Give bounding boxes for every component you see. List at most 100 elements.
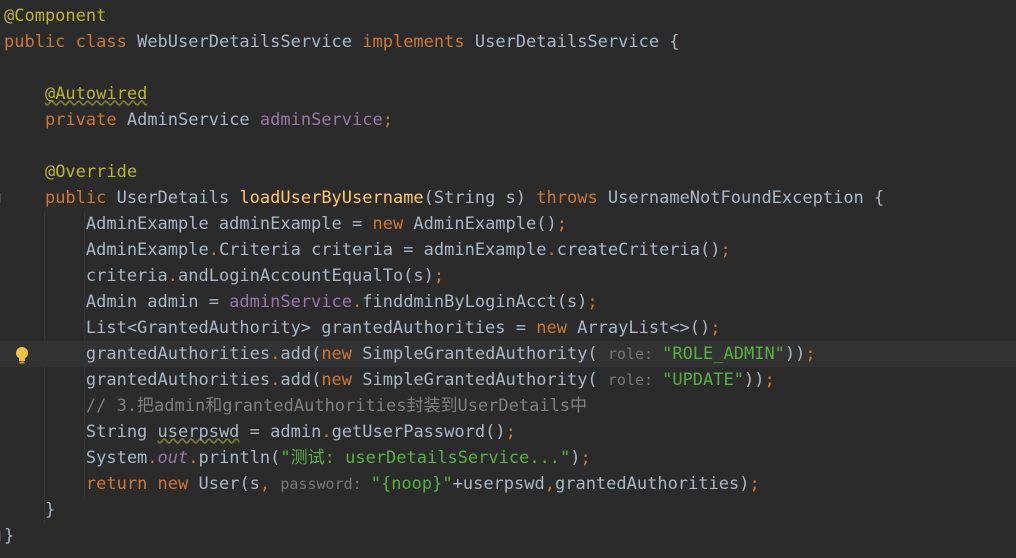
- code-token: @Autowired: [44, 84, 148, 104]
- code-line[interactable]: AdminExample adminExample = new AdminExa…: [0, 211, 1016, 237]
- code-token: ;: [505, 422, 516, 442]
- code-token: getUserPassword(): [331, 422, 506, 442]
- code-token: UserDetails: [116, 188, 240, 208]
- fold-marker[interactable]: [0, 193, 5, 203]
- code-token: new: [321, 344, 363, 364]
- code-token: ,: [544, 474, 555, 494]
- code-line[interactable]: }: [0, 497, 1016, 523]
- code-token: }: [4, 526, 15, 546]
- code-token: .: [270, 344, 281, 364]
- code-token: new: [372, 214, 414, 234]
- code-line[interactable]: Admin admin = adminService.finddminByLog…: [0, 289, 1016, 315]
- code-token: .: [208, 240, 219, 260]
- code-token: implements: [362, 32, 475, 52]
- lightbulb-icon[interactable]: [14, 346, 30, 366]
- code-text: Admin admin = adminService.finddminByLog…: [4, 289, 598, 315]
- code-token: grantedAuthorities): [554, 474, 750, 494]
- code-token: "{noop}": [370, 474, 453, 494]
- code-token: SimpleGrantedAuthority(: [362, 370, 608, 390]
- code-line[interactable]: grantedAuthorities.add(new SimpleGranted…: [0, 367, 1016, 393]
- code-token: ;: [433, 266, 445, 286]
- code-token: new: [321, 370, 363, 390]
- code-token: ;: [382, 110, 393, 130]
- code-token: +userpswd: [452, 474, 545, 494]
- code-token: String: [4, 422, 158, 442]
- code-line[interactable]: String userpswd = admin.getUserPassword(…: [0, 419, 1016, 445]
- code-token: ;: [556, 214, 567, 234]
- code-line[interactable]: private AdminService adminService;: [0, 107, 1016, 133]
- code-token: @Override: [44, 162, 138, 182]
- code-token: .: [188, 448, 199, 468]
- code-token: ;: [587, 292, 598, 312]
- code-token: )): [784, 344, 806, 364]
- code-token: finddminByLoginAcct(s): [362, 292, 588, 312]
- code-token: (String s): [423, 188, 537, 208]
- code-text: @Autowired: [4, 81, 147, 107]
- code-token: .: [147, 448, 158, 468]
- code-token: public: [4, 32, 76, 52]
- code-token: throws: [536, 188, 608, 208]
- code-line[interactable]: @Override: [0, 159, 1016, 185]
- code-token: AdminExample adminExample =: [4, 214, 373, 234]
- code-token: AdminExample(): [413, 214, 557, 234]
- code-token: add(: [280, 344, 322, 364]
- code-line[interactable]: // 3.把admin和grantedAuthorities封装到UserDet…: [0, 393, 1016, 419]
- code-token: .: [352, 292, 363, 312]
- fold-marker[interactable]: [0, 531, 5, 541]
- code-line[interactable]: System.out.println("测试: userDetailsServi…: [0, 445, 1016, 471]
- code-line[interactable]: [0, 133, 1016, 159]
- code-token: println(: [198, 448, 281, 468]
- code-token: userpswd: [157, 422, 240, 442]
- code-token: private: [44, 110, 127, 130]
- code-line[interactable]: grantedAuthorities.add(new SimpleGranted…: [0, 341, 1016, 367]
- code-text: private AdminService adminService;: [4, 107, 393, 133]
- code-line[interactable]: }: [0, 523, 1016, 549]
- code-token: ,: [259, 474, 281, 494]
- code-token: // 3.把admin和grantedAuthorities封装到UserDet…: [4, 396, 588, 416]
- code-line[interactable]: [0, 55, 1016, 81]
- code-line[interactable]: @Autowired: [0, 81, 1016, 107]
- code-token: class: [75, 32, 138, 52]
- code-token: new: [157, 474, 199, 494]
- code-token: ;: [720, 240, 731, 260]
- code-token: ;: [580, 448, 591, 468]
- code-token: new: [536, 318, 578, 338]
- code-line[interactable]: List<GrantedAuthority> grantedAuthoritie…: [0, 315, 1016, 341]
- code-token: grantedAuthorities: [4, 370, 271, 390]
- code-text: grantedAuthorities.add(new SimpleGranted…: [4, 341, 816, 367]
- code-editor[interactable]: @Component public class WebUserDetailsSer…: [0, 0, 1016, 558]
- code-text: System.out.println("测试: userDetailsServi…: [4, 445, 591, 471]
- code-text: AdminExample.Criteria criteria = adminEx…: [4, 237, 731, 263]
- code-token: "UPDATE": [662, 370, 744, 390]
- code-token: User(s: [198, 474, 260, 494]
- parameter-hint: role:: [607, 371, 663, 389]
- code-token: UserDetailsService {: [474, 32, 680, 52]
- code-line[interactable]: public class WebUserDetailsService imple…: [0, 29, 1016, 55]
- code-text: return new User(s, password: "{noop}"+us…: [4, 471, 760, 497]
- code-token: AdminService: [126, 110, 260, 130]
- code-line[interactable]: @Component: [0, 3, 1016, 29]
- code-text: public class WebUserDetailsService imple…: [4, 29, 680, 55]
- code-token: = admin: [239, 422, 322, 442]
- code-line[interactable]: public UserDetails loadUserByUsername(St…: [0, 185, 1016, 211]
- code-token: ;: [710, 318, 721, 338]
- code-line[interactable]: AdminExample.Criteria criteria = adminEx…: [0, 237, 1016, 263]
- code-line[interactable]: return new User(s, password: "{noop}"+us…: [0, 471, 1016, 497]
- code-token: List<GrantedAuthority> grantedAuthoritie…: [4, 318, 537, 338]
- code-token: }: [4, 500, 56, 520]
- code-token: public: [44, 188, 117, 208]
- code-token: return: [85, 474, 158, 494]
- code-token: )): [743, 370, 765, 390]
- code-text: }: [4, 497, 55, 523]
- parameter-hint: password:: [280, 475, 371, 493]
- code-text: List<GrantedAuthority> grantedAuthoritie…: [4, 315, 721, 341]
- code-token: .: [167, 266, 179, 286]
- code-token: @Component: [4, 6, 107, 26]
- code-line[interactable]: criteria.andLoginAccountEqualTo(s);: [0, 263, 1016, 289]
- code-token: "测试: userDetailsService...": [280, 448, 571, 468]
- code-token: SimpleGrantedAuthority(: [362, 344, 608, 364]
